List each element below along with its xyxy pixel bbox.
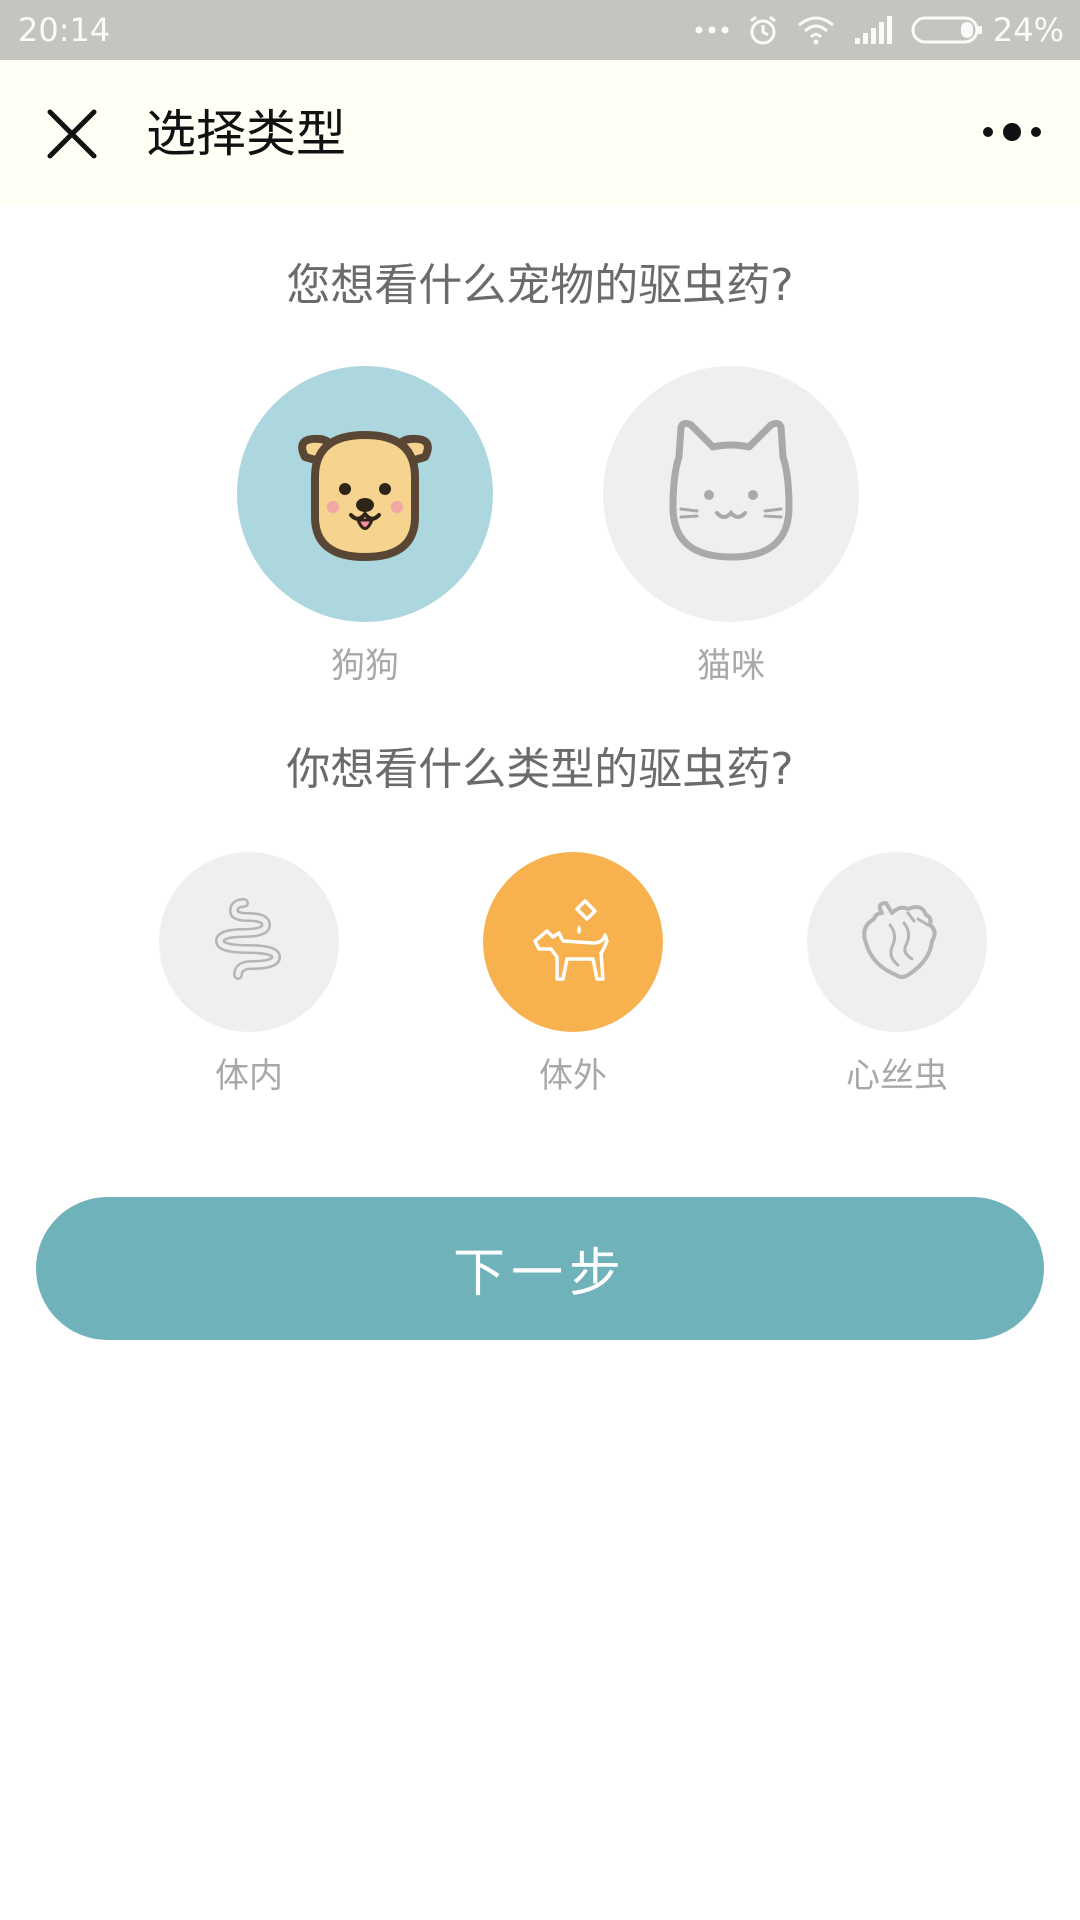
type-option-heartworm-circle[interactable] <box>807 852 987 1032</box>
pet-question: 您想看什么宠物的驱虫药? <box>286 260 794 311</box>
heart-icon <box>852 895 942 989</box>
more-icon[interactable] <box>980 110 1044 154</box>
type-option-heartworm[interactable]: 心丝虫 <box>807 852 987 1098</box>
pet-option-cat-circle[interactable] <box>603 366 859 622</box>
pet-option-dog-circle[interactable] <box>237 366 493 622</box>
type-option-external[interactable]: 体外 <box>483 852 663 1098</box>
close-icon[interactable] <box>44 106 100 162</box>
page-title: 选择类型 <box>146 105 346 163</box>
type-option-external-label: 体外 <box>539 1056 607 1096</box>
dog-icon <box>285 417 445 571</box>
type-option-external-circle[interactable] <box>483 852 663 1032</box>
type-option-heartworm-label: 心丝虫 <box>846 1056 948 1096</box>
status-bar: 20:14 24% <box>0 0 1080 60</box>
type-option-internal-circle[interactable] <box>159 852 339 1032</box>
type-option-internal[interactable]: 体内 <box>159 852 339 1098</box>
status-icons: 24% <box>677 9 1064 51</box>
type-option-internal-label: 体内 <box>215 1056 283 1096</box>
battery-percent: 24% <box>992 11 1064 49</box>
pet-option-dog[interactable]: 狗狗 <box>237 366 493 688</box>
cat-icon <box>651 417 811 571</box>
pet-option-cat[interactable]: 猫咪 <box>603 366 859 688</box>
intestine-icon <box>204 895 294 989</box>
more-dots-icon <box>695 24 729 36</box>
battery-icon <box>911 15 983 45</box>
pet-option-dog-label: 狗狗 <box>331 646 399 686</box>
alarm-icon <box>747 14 779 46</box>
signal-icon <box>853 16 893 44</box>
pet-option-cat-label: 猫咪 <box>697 646 765 686</box>
next-step-button[interactable]: 下一步 <box>36 1197 1044 1340</box>
status-time: 20:14 <box>18 11 111 49</box>
nav-bar: 选择类型 <box>0 60 1080 206</box>
type-question: 你想看什么类型的驱虫药? <box>286 744 794 795</box>
wifi-icon <box>797 15 835 45</box>
dog-drop-icon <box>523 895 623 989</box>
